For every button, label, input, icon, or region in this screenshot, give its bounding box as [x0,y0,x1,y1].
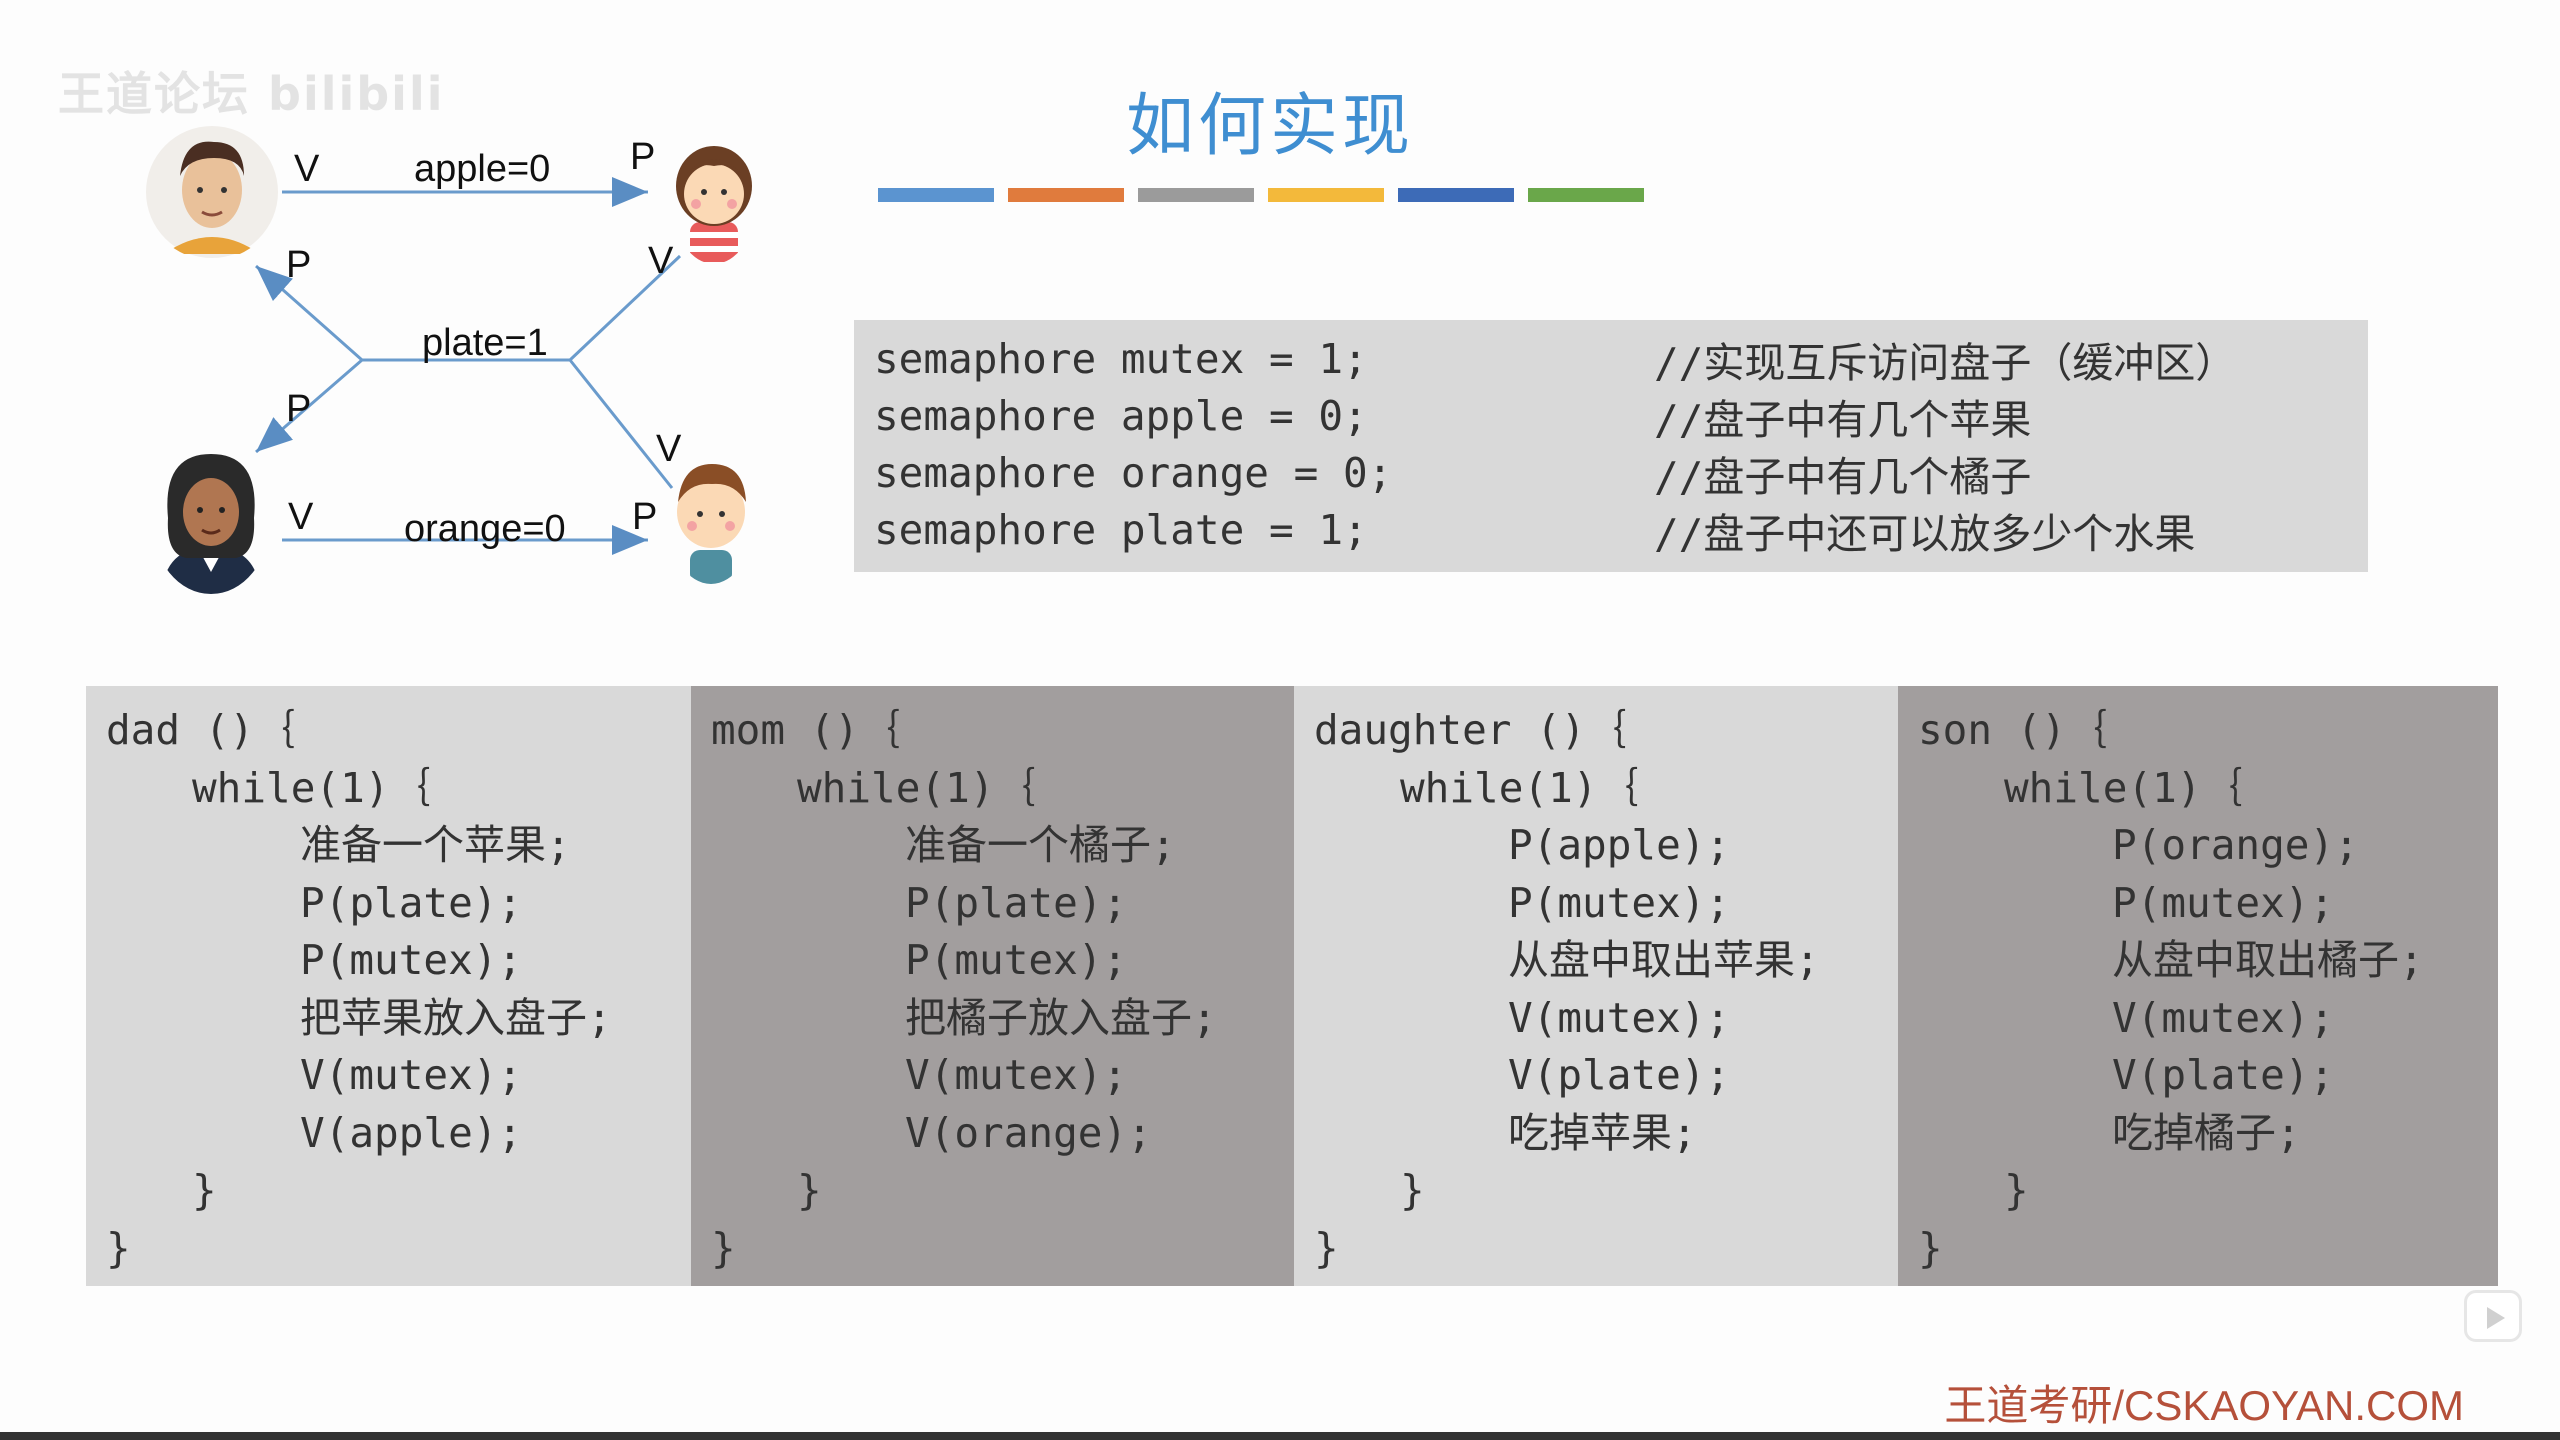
label-plate: plate=1 [422,322,548,364]
process-column: son ()｛ while(1)｛ P(orange); P(mutex); 从盘中取出… [1898,686,2498,1286]
declaration-comment: //实现互斥访问盘子（缓冲区） [1654,338,2237,387]
code-line: V(orange); [905,1108,1152,1157]
code-line: son ()｛ [1918,706,2108,754]
label-p-son: P [632,496,658,538]
code-line: mom ()｛ [711,706,901,754]
code-line: } [1400,1166,1425,1214]
declaration-code: semaphore orange = 0; [874,448,1393,497]
code-line: dad ()｛ [106,706,296,754]
process-code-table: dad ()｛ while(1)｛ 准备一个苹果; P(plate); P(mutex)… [86,686,2498,1286]
code-line: 吃掉苹果; [1508,1108,1697,1157]
code-line: V(mutex); [300,1051,523,1099]
bottom-bar [0,1432,2560,1440]
dad-avatar [146,126,278,258]
code-line: 从盘中取出苹果; [1508,936,1820,984]
code-line: } [2004,1166,2029,1214]
declaration-comment: //盘子中还可以放多少个水果 [1654,509,2196,558]
color-bar-5 [1398,188,1514,202]
code-line: P(apple); [1508,821,1731,869]
code-line: P(mutex); [1508,878,1731,927]
footer-brand: 王道考研/CSKAOYAN.COM [1944,1382,2464,1429]
code-line: V(mutex); [905,1051,1128,1099]
son-avatar [677,464,746,584]
color-bar-3 [1138,188,1254,202]
declaration-line: semaphore apple = 0; //盘子中有几个苹果 [874,387,2368,444]
color-bar-4 [1268,188,1384,202]
code-line: V(plate); [1508,1051,1731,1099]
color-bar-6 [1528,188,1644,202]
code-line: } [192,1166,217,1214]
code-line: } [1918,1223,1943,1272]
code-line: while(1)｛ [797,763,1036,812]
declaration-code: semaphore apple = 0; [874,391,1368,440]
semaphore-declarations: semaphore mutex = 1;//实现互斥访问盘子（缓冲区） semap… [854,320,2368,572]
process-column: dad ()｛ while(1)｛ 准备一个苹果; P(plate); P(mutex)… [86,686,691,1286]
declaration-line: semaphore orange = 0; //盘子中有几个橘子 [874,444,2368,501]
label-apple: apple=0 [414,148,551,190]
process-column: daughter ()｛ while(1)｛ P(apple); P(mutex); 从… [1294,686,1898,1286]
process-column: mom ()｛ while(1)｛ 准备一个橘子; P(plate); P(mutex)… [691,686,1294,1286]
play-icon[interactable] [2464,1290,2522,1342]
code-line: 吃掉橘子; [2112,1108,2301,1157]
label-v-dad: V [294,148,320,190]
color-bar-1 [878,188,994,202]
label-p-dad: P [286,244,312,286]
declaration-line: semaphore plate = 1; //盘子中还可以放多少个水果 [874,501,2368,558]
code-line: while(1)｛ [192,763,431,812]
label-p-daughter: P [630,136,656,178]
code-line: } [711,1223,736,1272]
code-line: 从盘中取出橘子; [2112,936,2424,984]
code-line: V(plate); [2112,1051,2335,1099]
daughter-avatar [676,146,752,262]
code-line: while(1)｛ [2004,763,2243,812]
code-line: V(apple); [300,1108,523,1157]
declaration-code: semaphore mutex = 1; [874,334,1368,383]
color-bar-2 [1008,188,1124,202]
code-line: } [106,1223,131,1272]
code-line: 准备一个苹果; [300,821,571,869]
code-line: 把苹果放入盘子; [300,993,612,1042]
mom-avatar [162,454,260,594]
declaration-code: semaphore plate = 1; [874,505,1368,554]
code-line: } [797,1166,822,1214]
code-line: 把橘子放入盘子; [905,993,1217,1042]
label-orange: orange=0 [404,508,566,550]
slide-title: 如何实现 [1125,87,1414,166]
label-v-mom: V [288,496,314,538]
declaration-comment: //盘子中有几个橘子 [1654,452,2032,501]
code-line: P(plate); [300,878,523,927]
code-line: P(plate); [905,878,1128,927]
label-v-daughter: V [648,240,674,282]
code-line: 准备一个橘子; [905,821,1176,869]
declaration-line: semaphore mutex = 1; //实现互斥访问盘子（缓冲区） [874,330,2368,387]
declaration-comment: //盘子中有几个苹果 [1654,395,2032,444]
code-line: } [1314,1223,1339,1272]
code-line: P(mutex); [905,936,1128,984]
code-line: V(mutex); [1508,993,1731,1042]
label-v-son: V [656,428,682,470]
code-line: while(1)｛ [1400,763,1639,812]
code-line: P(orange); [2112,821,2359,869]
label-p-mom: P [286,388,312,430]
code-line: P(mutex); [300,936,523,984]
code-line: daughter ()｛ [1314,706,1627,754]
code-line: P(mutex); [2112,878,2335,927]
producer-consumer-diagram: V apple=0 P P V plate=1 P V V orange=0 P [0,0,820,640]
code-line: V(mutex); [2112,993,2335,1042]
